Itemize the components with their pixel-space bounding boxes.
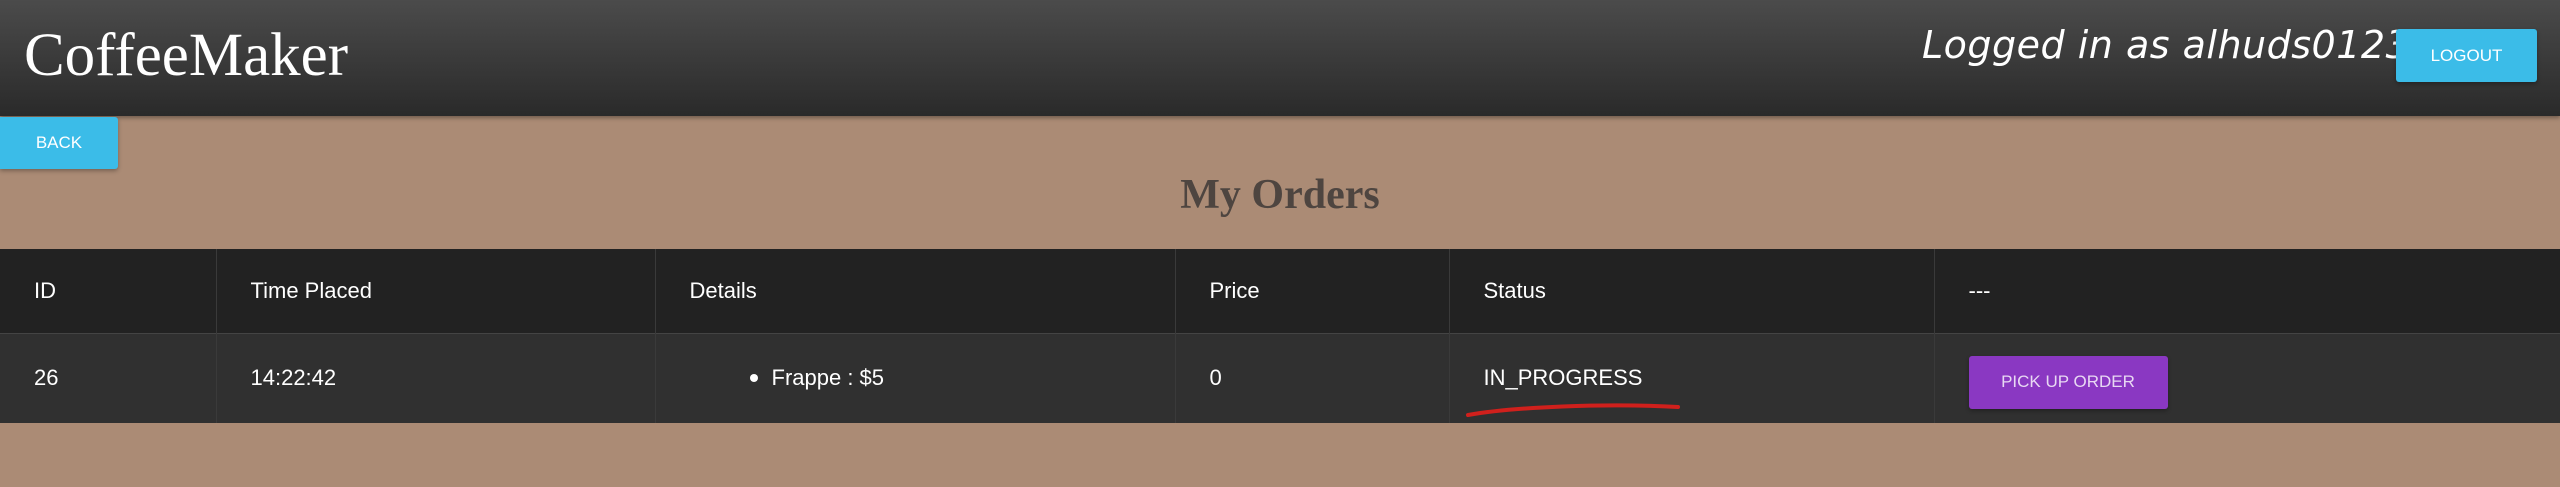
brand-logo[interactable]: CoffeeMaker	[24, 18, 348, 94]
time-placed-cell: 14:22:42	[216, 332, 656, 423]
details-list: Frappe : $5	[690, 365, 1141, 391]
detail-item-label: Frappe : $5	[771, 365, 885, 391]
price-cell: 0	[1175, 332, 1450, 423]
logged-in-label: Logged in as alhuds0123	[1922, 23, 2411, 67]
logout-button[interactable]: LOGOUT	[2396, 29, 2537, 82]
column-header-time-placed: Time Placed	[216, 249, 656, 333]
status-text: IN_PROGRESS	[1483, 365, 1643, 391]
page-title: My Orders	[1180, 172, 1380, 218]
order-id-cell: 26	[0, 332, 217, 423]
column-header-details: Details	[655, 249, 1176, 333]
orders-table: ID Time Placed Details Price Status --- …	[0, 249, 2560, 423]
column-header-actions: ---	[1934, 249, 2560, 333]
column-header-id: ID	[0, 249, 217, 333]
column-header-price: Price	[1175, 249, 1450, 333]
details-cell: Frappe : $5	[655, 332, 1176, 423]
red-underline-annotation	[1465, 403, 1680, 418]
bullet-icon	[749, 374, 758, 383]
back-button[interactable]: BACK	[0, 117, 118, 169]
top-navbar: CoffeeMaker Logged in as alhuds0123 LOGO…	[0, 0, 2560, 116]
list-item: Frappe : $5	[749, 365, 1141, 391]
table-header-row: ID Time Placed Details Price Status ---	[0, 249, 2560, 333]
status-text-wrap: IN_PROGRESS	[1465, 365, 1680, 418]
column-header-status: Status	[1449, 249, 1935, 333]
status-cell: IN_PROGRESS	[1449, 332, 1935, 423]
pick-up-order-button[interactable]: PICK UP ORDER	[1968, 355, 2168, 409]
table-row: 26 14:22:42 Frappe : $5 0 IN_PROGRESS PI…	[0, 332, 2560, 423]
actions-cell: PICK UP ORDER	[1934, 332, 2560, 423]
